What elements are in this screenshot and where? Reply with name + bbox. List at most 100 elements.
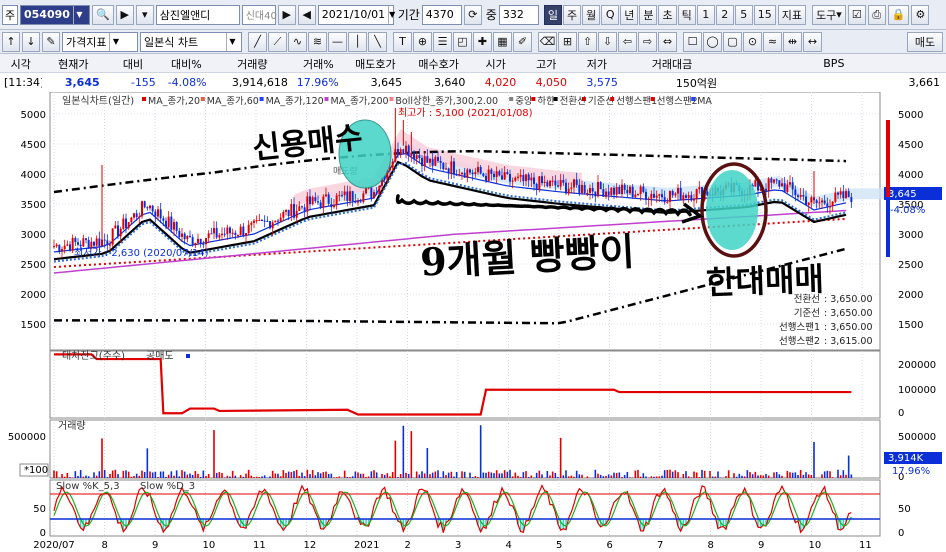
candle-body [807,202,810,206]
interval-tab[interactable]: 일 [543,4,562,25]
candle-body [495,171,498,178]
drawing-tool-icon[interactable]: ╲ [368,31,387,52]
drawing-tool-icon[interactable]: ∿ [288,31,307,52]
candle-body [138,216,141,218]
interval-tab[interactable]: Q [601,4,620,25]
indicator-button[interactable]: 지표 [777,4,806,25]
credit-badge: 신대40 [241,4,277,25]
stock-code-input[interactable]: 054090 ▼ [20,4,90,25]
tools-button[interactable]: 도구 ▾ [811,4,846,25]
drawing-tool-icon[interactable]: ⟋ [268,31,287,52]
volume-bar [69,477,71,478]
edit-button[interactable]: ✎ [42,31,60,52]
drawing-tool-icon[interactable]: ⇹ [783,31,802,52]
interval-tab[interactable]: 월 [582,4,601,25]
check-button[interactable]: ☑ [847,4,866,25]
date-input[interactable]: 2021/10/01 ▼ [317,4,395,25]
drawing-tool-icon[interactable]: ↔ [803,31,822,52]
stock-chart[interactable]: 5000 50004500 45004000 40003500 35003000 3000… [0,92,946,552]
drawing-tool-icon[interactable]: ☐ [683,31,702,52]
drawing-tool-icon[interactable]: ≈ [763,31,782,52]
period-input[interactable]: 4370 [421,4,462,25]
print-button[interactable]: ⎙ [867,4,886,25]
drawing-tool-icon[interactable]: ✚ [473,31,492,52]
drawing-tool-icon[interactable]: ◯ [703,31,722,52]
volume-bar [351,476,354,478]
next-stock-button[interactable]: ▶ [115,4,134,25]
drawing-tool-icon[interactable]: ⇧ [578,31,597,52]
volume-bar [309,474,311,478]
candle-body [231,232,234,234]
interval-tab[interactable]: 15 [753,4,776,25]
chevron-down-icon[interactable]: ▼ [226,32,238,51]
drawing-tool-icon[interactable]: ☰ [433,31,452,52]
back-date-button[interactable]: ◀ [297,4,316,25]
drawing-tool-icon[interactable]: — [328,31,347,52]
volume-bar [370,471,373,478]
drawing-tool-icon[interactable]: ◰ [453,31,472,52]
volume-bar [490,472,493,478]
down-arrow-button[interactable]: ↓ [22,31,40,52]
chevron-down-icon[interactable]: ▼ [388,5,395,24]
candle-body [213,228,215,234]
candle-body [466,169,469,178]
chevron-down-icon[interactable]: ▼ [109,32,121,51]
volume-bar [757,475,759,478]
interval-tab[interactable]: 1 [696,4,715,25]
interval-tab[interactable]: 년 [620,4,639,25]
interval-tab[interactable]: 2 [715,4,734,25]
volume-bar [749,472,751,478]
volume-bar [621,477,623,478]
drawing-tool-icon[interactable]: ⇔ [658,31,677,52]
settings-button[interactable]: ⚙ [911,4,930,25]
interval-tab[interactable]: 틱 [677,4,696,25]
drawing-tool-icon[interactable]: ✐ [513,31,532,52]
drawing-tool-icon[interactable]: ⊙ [743,31,762,52]
prev-date-button[interactable]: ▶ [277,4,296,25]
drawing-tool-icon[interactable]: ▢ [723,31,742,52]
refresh-button[interactable]: ⟳ [463,4,482,25]
drawing-tool-icon[interactable]: │ [348,31,367,52]
interval-tab[interactable]: 5 [734,4,753,25]
search-button[interactable]: 🔍 [92,4,114,25]
candle-body [167,216,170,228]
x-tick-label: 4 [506,540,512,551]
up-arrow-button[interactable]: ↑ [2,31,20,52]
sell-button[interactable]: 매도 [907,31,943,52]
candle-body [333,204,335,208]
volume-bar [666,469,669,478]
mid-input[interactable]: 332 [498,4,539,25]
volume-bar [191,474,194,478]
drawing-tool-icon[interactable]: ⊞ [558,31,577,52]
lock-button[interactable]: 🔒 [887,4,910,25]
price-indicator-select[interactable]: 가격지표 ▼ [62,31,138,52]
chevron-down-icon[interactable]: ▼ [72,5,85,24]
stoch-tick-left: 0 [40,528,46,539]
drawing-tool-icon[interactable]: ⇨ [638,31,657,52]
stock-name-field[interactable]: 삼진엘앤디 [155,4,240,25]
volume-bar [229,476,231,478]
drawing-tool-icon[interactable]: ▦ [493,31,512,52]
interval-tab[interactable]: 초 [658,4,677,25]
drawing-tool-icon[interactable]: ╱ [248,31,267,52]
drawing-tool-icon[interactable]: ⌫ [538,31,557,52]
volume-bar [410,431,413,478]
interval-tab[interactable]: 분 [639,4,658,25]
drawing-tool-icon[interactable]: ⇦ [618,31,637,52]
drawing-tool-icon[interactable]: ⊕ [413,31,432,52]
dropdown-button[interactable]: ▾ [135,4,154,25]
volume-bar [759,475,762,478]
candle-body [399,149,402,155]
chart-type-select[interactable]: 일본식 차트 ▼ [140,31,242,52]
interval-tab[interactable]: 주 [562,4,582,25]
market-selector[interactable]: 주 [2,4,18,25]
quote-header: BPS [823,57,845,70]
volume-bar [695,472,698,478]
volume-bar [434,471,437,478]
drawing-tool-icon[interactable]: ⇩ [598,31,617,52]
drawing-tool-icon[interactable]: T [393,31,412,52]
drawing-tool-icon[interactable]: ≋ [308,31,327,52]
volume-bar [645,476,647,478]
x-tick-label: 2021 [354,540,379,551]
candle-body [266,221,269,223]
